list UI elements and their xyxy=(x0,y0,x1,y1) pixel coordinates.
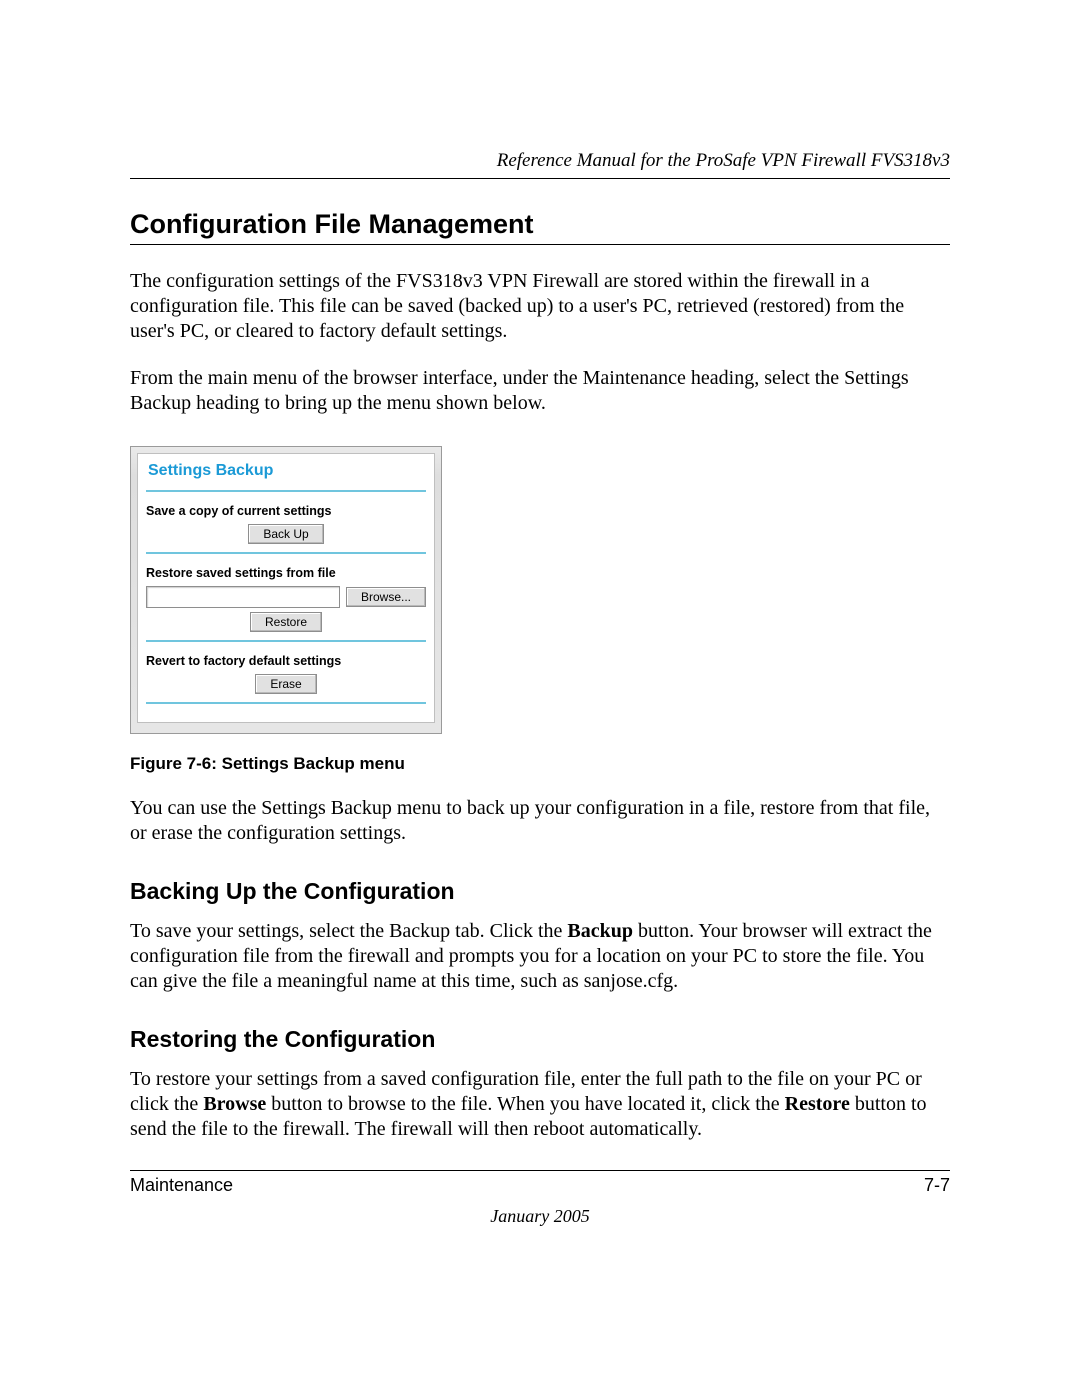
panel-separator-3 xyxy=(146,640,426,642)
intro-paragraph-1: The configuration settings of the FVS318… xyxy=(130,269,950,344)
panel-separator-1 xyxy=(146,490,426,492)
bold-backup: Backup xyxy=(567,920,633,942)
save-copy-label: Save a copy of current settings xyxy=(146,504,426,518)
erase-button[interactable]: Erase xyxy=(255,674,316,694)
after-figure-paragraph: You can use the Settings Backup menu to … xyxy=(130,796,950,846)
file-path-input[interactable] xyxy=(146,586,340,608)
intro-paragraph-2: From the main menu of the browser interf… xyxy=(130,366,950,416)
footer-right: 7-7 xyxy=(924,1175,950,1196)
panel-inner: Settings Backup Save a copy of current s… xyxy=(137,453,435,723)
backup-button[interactable]: Back Up xyxy=(248,524,323,544)
footer-date: January 2005 xyxy=(130,1206,950,1227)
section-heading: Configuration File Management xyxy=(130,209,950,240)
footer-left: Maintenance xyxy=(130,1175,233,1196)
heading-rule xyxy=(130,244,950,245)
restore-paragraph: To restore your settings from a saved co… xyxy=(130,1067,950,1142)
header-rule xyxy=(130,178,950,179)
running-header: Reference Manual for the ProSafe VPN Fir… xyxy=(130,150,950,172)
text-span: To save your settings, select the Backup… xyxy=(130,920,567,942)
subheading-backup: Backing Up the Configuration xyxy=(130,878,950,905)
panel-title: Settings Backup xyxy=(146,456,426,490)
document-page: Reference Manual for the ProSafe VPN Fir… xyxy=(0,0,1080,1397)
bold-browse: Browse xyxy=(203,1093,266,1115)
restore-from-file-label: Restore saved settings from file xyxy=(146,566,426,580)
footer-row: Maintenance 7-7 xyxy=(130,1175,950,1196)
bold-restore: Restore xyxy=(785,1093,850,1115)
footer-rule xyxy=(130,1170,950,1171)
figure-caption: Figure 7-6: Settings Backup menu xyxy=(130,754,950,774)
settings-backup-panel: Settings Backup Save a copy of current s… xyxy=(130,446,442,734)
revert-factory-label: Revert to factory default settings xyxy=(146,654,426,668)
browse-button[interactable]: Browse... xyxy=(346,587,426,607)
panel-separator-2 xyxy=(146,552,426,554)
text-span: button to browse to the file. When you h… xyxy=(266,1093,784,1115)
panel-separator-4 xyxy=(146,702,426,704)
backup-paragraph: To save your settings, select the Backup… xyxy=(130,919,950,994)
subheading-restore: Restoring the Configuration xyxy=(130,1026,950,1053)
restore-button[interactable]: Restore xyxy=(250,612,322,632)
